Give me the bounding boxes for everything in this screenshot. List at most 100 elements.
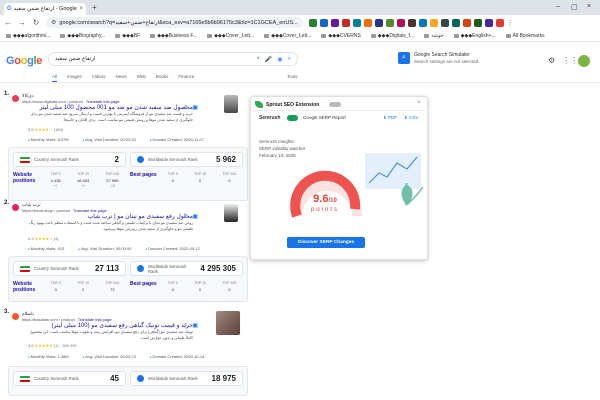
extension-icon[interactable] xyxy=(374,18,383,27)
result-title[interactable]: محصول ضد سفید شدن مو ضد مو 001 محصول 100… xyxy=(28,104,193,111)
reload-icon[interactable]: ↻ xyxy=(32,18,40,27)
semrush-metrics-panel: Country Semrush Rank 2 Worldwide Semrush … xyxy=(8,147,248,201)
extension-icon[interactable] xyxy=(330,18,339,27)
tab-books[interactable]: Books xyxy=(156,74,169,82)
extension-icon[interactable] xyxy=(418,18,427,27)
semrush-toggle[interactable] xyxy=(287,115,298,121)
extension-icon[interactable] xyxy=(407,18,416,27)
best-pages-link[interactable]: Best pages xyxy=(130,281,158,287)
search-icon[interactable]: ⌕ xyxy=(184,213,187,220)
tab-all[interactable]: All xyxy=(52,74,58,82)
result-title[interactable]: محلول رفع سفیدی مو تیتان مو | ترب شاپ xyxy=(28,213,193,220)
tab-images[interactable]: Images xyxy=(67,74,82,82)
apps-grid-icon[interactable]: ⋮⋮ xyxy=(562,56,578,65)
sprout-leaf-icon xyxy=(255,101,263,108)
bookmark-folder[interactable]: ◆◆◆algorithmi... xyxy=(6,33,50,39)
bookmark-folder[interactable]: ◆◆◆Digitals_f... xyxy=(370,33,414,39)
browser-tab[interactable]: G ارتفاع ضمن سفيد - Google Search × xyxy=(4,3,86,15)
microphone-icon[interactable]: 🎤 xyxy=(265,56,272,63)
account-avatar[interactable] xyxy=(578,55,590,67)
search-input[interactable]: ارتفاع ضمن سفيد xyxy=(55,56,256,62)
extension-icon[interactable] xyxy=(451,18,460,27)
extension-icon[interactable] xyxy=(440,18,449,27)
result-number: 2. xyxy=(4,200,10,206)
close-icon[interactable]: × xyxy=(417,100,421,106)
bookmark-folder[interactable]: ◆◆◆Biography... xyxy=(60,33,105,39)
csv-download-button[interactable]: ⬇ CSV xyxy=(404,115,418,121)
bookmark-folder[interactable]: ◆◆◆BF xyxy=(115,33,140,39)
all-bookmarks[interactable]: All Bookmarks xyxy=(505,33,545,39)
tab-web[interactable]: Web xyxy=(137,74,146,82)
bookmark-folder[interactable]: ◆◆◆Business F... xyxy=(150,33,197,39)
address-bar[interactable]: ⚙ google.com/search?q=ارتفاع+ضمن+سفيد&sc… xyxy=(46,17,303,28)
result-title[interactable]: خرید و قیمت تونیک گیاهی رفع سفیدی مو (10… xyxy=(28,322,193,329)
extension-icon[interactable] xyxy=(352,18,361,27)
website-positions-link[interactable]: Website positions xyxy=(13,281,41,293)
bookmark-folder[interactable]: ◆◆◆Cover_Lett... xyxy=(264,33,311,39)
serp-simulator[interactable]: ⌕ Google Search Simulator Search setting… xyxy=(398,52,480,64)
bookmark-folder[interactable]: ◆◆◆English+... xyxy=(453,33,496,39)
folder-icon xyxy=(150,33,156,38)
bookmark-folder[interactable]: ◆◆◆CVERNS xyxy=(321,33,361,39)
google-serp-report-link[interactable]: Google SERP Report xyxy=(303,115,346,120)
tab-finance[interactable]: Finance xyxy=(178,74,194,82)
search-box[interactable]: ارتفاع ضمن سفيد × 🎤 ◉ ⌕ xyxy=(48,52,298,66)
pdf-download-button[interactable]: ⬇ PDF xyxy=(383,115,397,121)
popup-divider xyxy=(251,110,429,111)
simulator-icon: ⌕ xyxy=(398,52,410,64)
discover-serp-changes-button[interactable]: Discover SERP Changes xyxy=(287,237,365,248)
extension-icon[interactable] xyxy=(363,18,372,27)
profile-avatar[interactable] xyxy=(495,18,504,27)
extension-icon[interactable] xyxy=(429,18,438,27)
tab-news[interactable]: News xyxy=(115,74,126,82)
stat-cell: TOP 10 18 663 +0 xyxy=(76,172,90,188)
result-thumbnail[interactable] xyxy=(224,204,238,222)
image-icon[interactable]: ▣ xyxy=(192,213,198,220)
maximize-icon[interactable]: ▢ xyxy=(571,3,578,11)
extension-icon[interactable] xyxy=(462,18,471,27)
extension-icon[interactable] xyxy=(308,18,317,27)
back-icon[interactable]: ← xyxy=(4,18,12,27)
google-logo[interactable]: Google xyxy=(6,55,42,67)
result-site[interactable]: دی‌کالا https://www.digikala.com › produ… xyxy=(12,93,120,104)
search-icon[interactable]: ⌕ xyxy=(184,104,187,111)
extension-icon[interactable] xyxy=(319,18,328,27)
window-close-icon[interactable]: × xyxy=(587,3,591,10)
extension-icon[interactable] xyxy=(396,18,405,27)
image-icon[interactable]: ▣ xyxy=(192,322,198,329)
result-rating: 3.6 ★★★★☆ (165) xyxy=(28,127,64,132)
search-icon[interactable]: ⌕ xyxy=(184,322,187,329)
close-icon[interactable]: × xyxy=(79,6,83,12)
extension-icon[interactable] xyxy=(473,18,482,27)
world-rank-box: Worldwide Semrush Rank 18 975 xyxy=(130,371,243,386)
url-text: google.com/search?q=ارتفاع+ضمن+سفيد&sca_… xyxy=(59,19,298,26)
search-icon[interactable]: ⌕ xyxy=(288,56,291,63)
menu-icon[interactable]: ⋮ xyxy=(507,19,514,27)
result-thumbnail[interactable] xyxy=(224,95,238,113)
tab-videos[interactable]: Videos xyxy=(92,74,106,82)
popup-toggle[interactable] xyxy=(329,102,341,107)
score-value: 9.6/10 xyxy=(313,193,337,205)
bookmark-folder[interactable]: ◆◆◆Cover_Lett... xyxy=(207,33,254,39)
result-site[interactable]: ترب شاپ https://torob.shop › product Tran… xyxy=(12,202,107,213)
clear-icon[interactable]: × xyxy=(256,56,260,63)
bookmark-folder[interactable]: خوشه xyxy=(424,33,444,39)
website-positions-link[interactable]: Website positions xyxy=(13,172,41,184)
extension-icon[interactable] xyxy=(385,18,394,27)
site-info-icon[interactable]: ⚙ xyxy=(51,19,56,26)
tools-button[interactable]: Tools xyxy=(287,74,298,79)
insights-brand: Semrush Insights xyxy=(259,139,294,144)
extension-icon[interactable] xyxy=(484,18,493,27)
image-icon[interactable]: ▣ xyxy=(192,104,198,111)
extension-icon[interactable] xyxy=(341,18,350,27)
result-number: 3. xyxy=(4,309,10,315)
result-thumbnail[interactable] xyxy=(216,311,240,335)
camera-icon[interactable]: ◉ xyxy=(277,56,282,63)
new-tab-icon[interactable]: + xyxy=(92,3,97,12)
settings-gear-icon[interactable]: ⚙ xyxy=(548,56,555,65)
stat-cell: TOP 30 xyxy=(167,172,178,183)
best-pages-link[interactable]: Best pages xyxy=(130,172,158,178)
forward-icon[interactable]: → xyxy=(18,18,26,27)
minimize-icon[interactable]: – xyxy=(556,3,560,10)
result-site[interactable]: باسلام https://basalam.com › product Tran… xyxy=(12,311,112,322)
